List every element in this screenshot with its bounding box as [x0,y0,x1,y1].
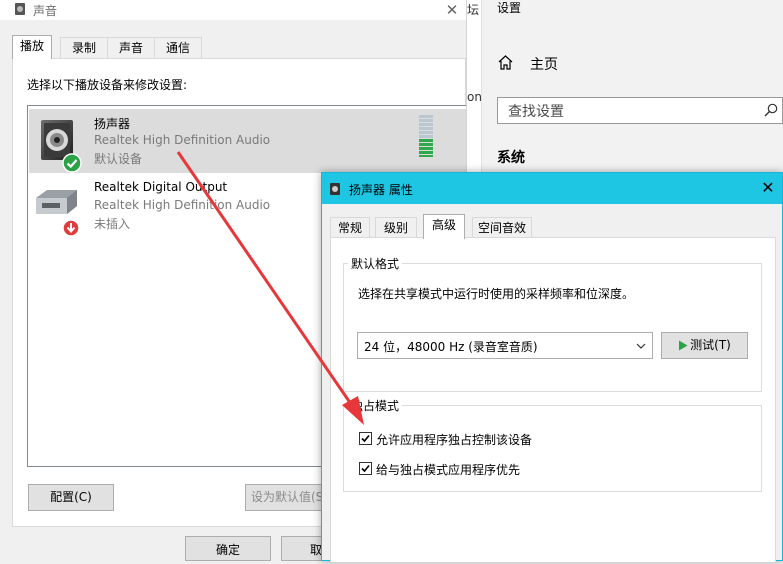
properties-close-button[interactable]: ✕ [758,177,778,199]
device-status: 默认设备 [94,152,143,166]
tab-spatial-sound[interactable]: 空间音效 [472,217,532,238]
allow-exclusive-control-label: 允许应用程序独占控制该设备 [376,433,533,447]
play-icon [679,340,688,351]
checkmark-icon [361,434,370,443]
exclusive-priority-checkbox[interactable] [359,462,372,475]
exclusive-mode-group [343,405,762,492]
sample-rate-select[interactable]: 24 位，48000 Hz (录音室音质) [357,332,653,359]
tab-recording[interactable]: 录制 [60,37,108,58]
sample-rate-value: 24 位，48000 Hz (录音室音质) [364,340,538,354]
default-format-label: 默认格式 [348,255,403,272]
unplugged-arrow-icon [62,219,80,237]
allow-exclusive-control-checkbox[interactable] [359,432,372,445]
tab-sounds[interactable]: 声音 [107,37,155,58]
default-format-description: 选择在共享模式中运行时使用的采样频率和位深度。 [358,287,635,301]
test-button[interactable]: 测试(T) [661,332,748,359]
device-name: Realtek Digital Output [94,180,228,194]
settings-system-section[interactable]: 系统 [497,147,525,167]
checkmark-icon [361,464,370,473]
background-window-text: on [467,90,481,104]
search-icon[interactable] [764,103,778,117]
tab-general[interactable]: 常规 [330,217,370,238]
ok-button[interactable]: 确定 [185,536,271,561]
sound-dialog-title: 声音 [33,4,58,18]
tab-levels[interactable]: 级别 [375,217,417,238]
chevron-down-icon [636,343,646,349]
settings-search-input[interactable]: 查找设置 [497,97,783,124]
background-window-text: 坛 [467,3,480,17]
test-button-label: 测试(T) [690,338,731,352]
sound-dialog-titlebar: 声音 ✕ [0,0,466,20]
speaker-title-icon [330,183,340,195]
tab-playback[interactable]: 播放 [12,35,52,59]
home-icon[interactable] [497,54,514,71]
device-status: 未插入 [94,217,131,231]
device-driver: Realtek High Definition Audio [94,133,271,147]
settings-title: 设置 [497,1,522,15]
speaker-title-icon [15,3,25,15]
settings-home-link[interactable]: 主页 [530,54,558,74]
level-meter [419,115,433,157]
playback-instruction: 选择以下播放设备来修改设置: [27,78,188,92]
default-format-group [343,263,762,392]
properties-titlebar: 扬声器 属性 ✕ [322,173,782,204]
device-driver: Realtek High Definition Audio [94,198,271,212]
tab-communications[interactable]: 通信 [154,37,202,58]
device-item-speakers[interactable]: 扬声器 Realtek High Definition Audio 默认设备 [29,109,466,173]
tab-advanced[interactable]: 高级 [423,214,465,239]
exclusive-priority-label: 给与独占模式应用程序优先 [376,463,521,477]
search-placeholder: 查找设置 [508,104,564,120]
exclusive-mode-label: 独占模式 [348,397,403,414]
device-name: 扬声器 [94,117,131,131]
default-check-icon [62,153,82,173]
sound-dialog-close-button[interactable]: ✕ [442,0,462,20]
configure-button[interactable]: 配置(C) [28,484,114,511]
properties-title: 扬声器 属性 [349,183,413,197]
speaker-properties-dialog: 扬声器 属性 ✕ 常规 级别 高级 空间音效 默认格式 选择在共享模式中运行时使… [321,172,783,562]
digital-output-icon [36,190,77,214]
